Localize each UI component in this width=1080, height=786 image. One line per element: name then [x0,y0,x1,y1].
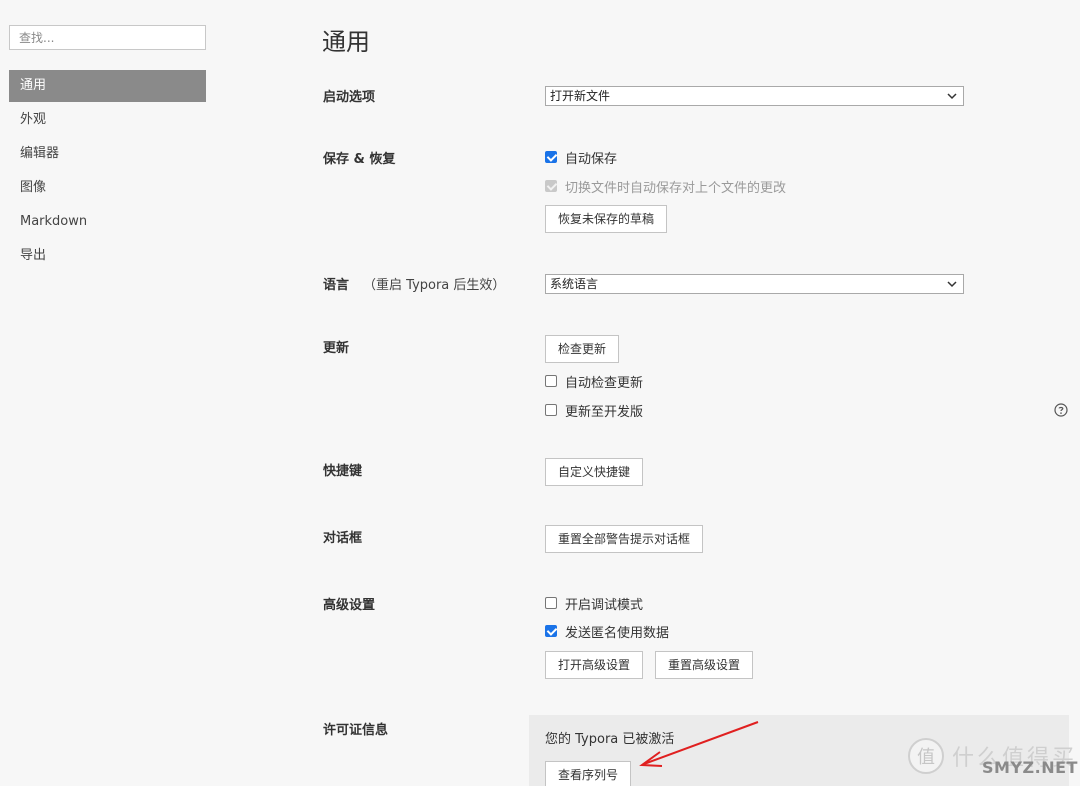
autosave-on-switch-checkbox: 切换文件时自动保存对上个文件的更改 [545,177,787,196]
license-label: 许可证信息 [323,723,389,738]
anon-data-label: 发送匿名使用数据 [565,625,670,641]
watermark-logo: 值 [908,738,944,774]
startup-label: 启动选项 [323,90,376,105]
startup-select[interactable]: 打开新文件 [545,86,964,106]
language-select[interactable]: 系统语言 [545,274,964,294]
sidebar-item-appearance[interactable]: 外观 [9,104,206,136]
sidebar: 通用 外观 编辑器 图像 Markdown 导出 [0,0,216,786]
checkbox-unchecked-icon [545,404,557,416]
watermark-sub: SMYZ.NET [982,758,1078,777]
auto-check-update-label: 自动检查更新 [565,375,644,391]
autosave-label: 自动保存 [565,151,618,167]
reset-dialogs-button[interactable]: 重置全部警告提示对话框 [545,525,704,553]
check-update-button[interactable]: 检查更新 [545,335,620,363]
dialog-label: 对话框 [323,531,363,546]
sidebar-item-markdown[interactable]: Markdown [9,206,206,238]
save-label: 保存 & 恢复 [323,152,396,167]
sidebar-item-export[interactable]: 导出 [9,240,206,272]
open-advanced-button[interactable]: 打开高级设置 [545,651,644,679]
help-icon[interactable] [1054,403,1068,417]
language-note: （重启 Typora 后生效） [363,278,506,293]
custom-shortcuts-button[interactable]: 自定义快捷键 [545,458,644,486]
sidebar-nav: 通用 外观 编辑器 图像 Markdown 导出 [9,70,206,274]
debug-mode-checkbox[interactable]: 开启调试模式 [545,594,644,613]
search-input[interactable] [9,25,206,50]
auto-check-update-checkbox[interactable]: 自动检查更新 [545,372,644,391]
update-label: 更新 [323,341,350,356]
sidebar-item-editor[interactable]: 编辑器 [9,138,206,170]
autosave-checkbox[interactable]: 自动保存 [545,148,618,167]
language-select-value: 系统语言 [550,277,599,291]
watermark: 值 什么值得买 SMYZ.NET [908,738,1078,777]
startup-select-value: 打开新文件 [550,89,611,103]
language-label: 语言 （重启 Typora 后生效） [323,274,505,293]
reset-advanced-button[interactable]: 重置高级设置 [655,651,754,679]
dev-channel-checkbox[interactable]: 更新至开发版 [545,401,644,420]
sidebar-item-general[interactable]: 通用 [9,70,206,102]
checkbox-checked-icon [545,151,557,163]
view-serial-button[interactable]: 查看序列号 [545,761,632,786]
annotation-arrow-icon [639,721,759,767]
checkbox-unchecked-icon [545,375,557,387]
advanced-label: 高级设置 [323,598,376,613]
recover-drafts-button[interactable]: 恢复未保存的草稿 [545,205,668,233]
autosave-on-switch-label: 切换文件时自动保存对上个文件的更改 [565,180,787,196]
chevron-down-icon [947,281,957,288]
shortcuts-label: 快捷键 [323,464,363,479]
checkbox-disabled-icon [545,180,557,192]
debug-mode-label: 开启调试模式 [565,597,644,613]
sidebar-item-image[interactable]: 图像 [9,172,206,204]
checkbox-checked-icon [545,625,557,637]
checkbox-unchecked-icon [545,597,557,609]
page-title: 通用 [322,28,370,56]
anon-data-checkbox[interactable]: 发送匿名使用数据 [545,622,670,641]
chevron-down-icon [947,93,957,100]
dev-channel-label: 更新至开发版 [565,404,644,420]
language-label-text: 语言 [323,278,350,293]
